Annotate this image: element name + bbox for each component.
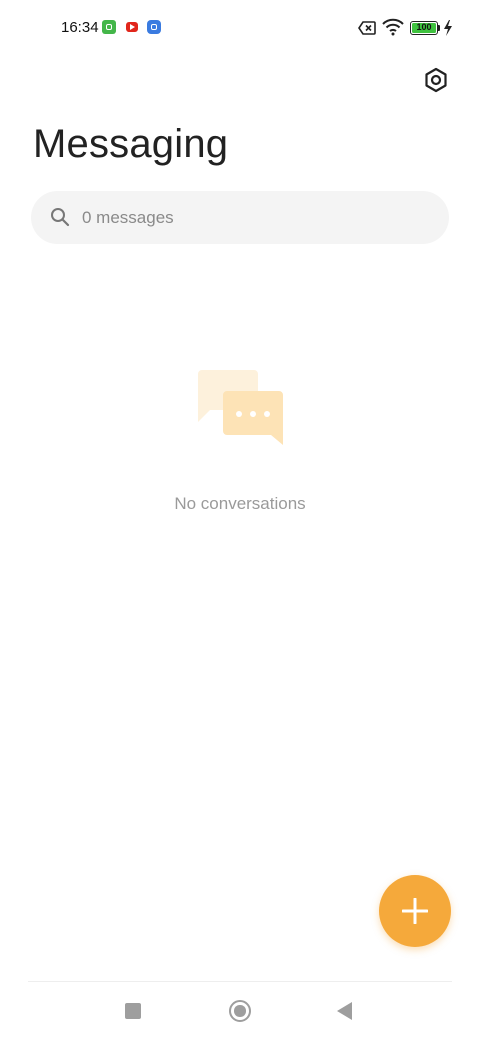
- wifi-icon: [382, 18, 404, 36]
- home-button[interactable]: [229, 1000, 251, 1022]
- status-bar: 16:34 100: [0, 0, 480, 56]
- back-button[interactable]: [337, 1002, 352, 1020]
- search-input[interactable]: [82, 191, 422, 244]
- chat-bubbles-icon: [198, 370, 283, 445]
- new-conversation-button[interactable]: [379, 875, 451, 947]
- empty-state-text: No conversations: [174, 494, 306, 513]
- messaging-app-icon: [147, 20, 161, 34]
- recents-button[interactable]: [125, 1003, 141, 1019]
- plus-icon: [402, 898, 428, 924]
- android-app-icon: [102, 20, 116, 34]
- sim-disabled-icon: [358, 21, 376, 35]
- gear-hexagon-icon: [425, 67, 447, 93]
- status-time: 16:34: [61, 19, 99, 36]
- page-title: Messaging: [33, 122, 229, 166]
- search-bar[interactable]: [31, 191, 449, 244]
- charging-bolt-icon: [444, 20, 452, 36]
- battery-level: 100: [416, 22, 432, 32]
- nav-divider: [28, 981, 452, 982]
- settings-button[interactable]: [421, 65, 451, 95]
- battery-tip: [438, 25, 440, 31]
- battery-icon: 100: [410, 21, 438, 35]
- messaging-screen: 16:34 100 Messaging 0 messages No conver…: [0, 0, 480, 1040]
- youtube-icon: [126, 22, 138, 32]
- search-icon: [51, 208, 70, 227]
